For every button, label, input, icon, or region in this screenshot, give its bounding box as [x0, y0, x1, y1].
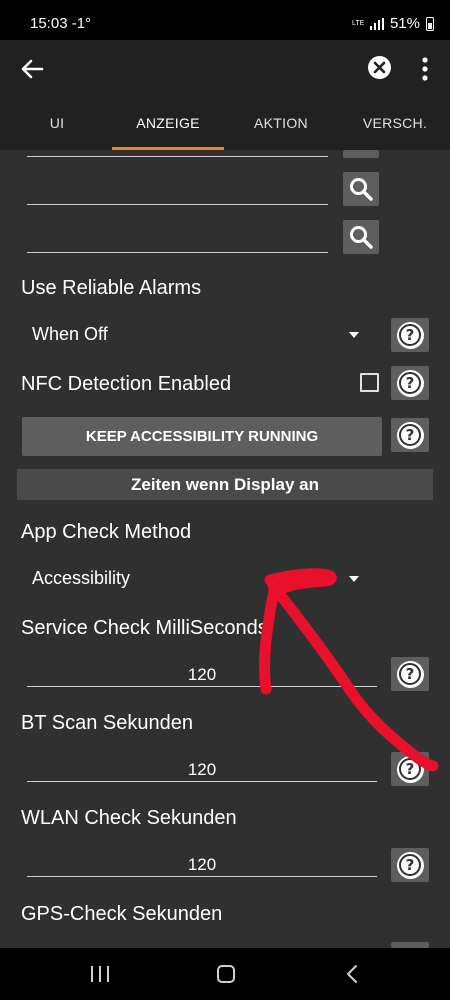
text-field-underline	[27, 156, 328, 157]
status-bar: 15:03 -1° LTE 51%	[0, 0, 450, 40]
help-circle-icon: ?	[396, 369, 424, 397]
reliable-alarms-spinner[interactable]: When Off	[32, 324, 108, 345]
help-button-wlan-check[interactable]: ?	[391, 848, 429, 882]
tab-indicator	[112, 147, 224, 150]
help-button-service-check[interactable]: ?	[391, 657, 429, 691]
bt-scan-value[interactable]: 120	[27, 760, 377, 780]
chevron-down-icon[interactable]	[349, 332, 359, 338]
nav-back-icon[interactable]	[345, 964, 359, 984]
dropdown-button-partial[interactable]	[343, 150, 379, 158]
tab-ui[interactable]: UI	[40, 115, 74, 131]
service-check-value[interactable]: 120	[27, 665, 377, 685]
service-check-label: Service Check MilliSeconds	[21, 617, 268, 639]
service-check-underline	[27, 686, 377, 687]
section-header-display-on: Zeiten wenn Display an	[17, 469, 433, 500]
status-time: 15:03 -1°	[30, 15, 92, 32]
system-nav-bar	[0, 948, 450, 1000]
search-button-2[interactable]	[343, 220, 379, 254]
wlan-check-value[interactable]: 120	[27, 855, 377, 875]
signal-icon	[369, 17, 384, 30]
wlan-check-label: WLAN Check Sekunden	[21, 807, 237, 829]
help-button-keep-accessibility[interactable]: ?	[391, 418, 429, 452]
home-icon[interactable]	[217, 965, 235, 983]
chevron-down-icon[interactable]	[349, 576, 359, 582]
bt-scan-underline	[27, 781, 377, 782]
help-button-bt-scan[interactable]: ?	[391, 752, 429, 786]
help-circle-icon: ?	[396, 660, 424, 688]
app-check-method-spinner[interactable]: Accessibility	[32, 568, 130, 589]
back-arrow-icon[interactable]	[18, 55, 46, 83]
search-field-2[interactable]	[27, 252, 328, 253]
search-field-1[interactable]	[27, 204, 328, 205]
reliable-alarms-label: Use Reliable Alarms	[21, 277, 202, 299]
help-circle-icon: ?	[396, 851, 424, 879]
help-button-nfc[interactable]: ?	[391, 366, 429, 400]
tab-aktion[interactable]: AKTION	[238, 115, 324, 131]
battery-icon	[426, 16, 434, 31]
network-type: LTE	[351, 20, 365, 27]
help-circle-icon: ?	[396, 421, 424, 449]
nfc-checkbox[interactable]	[360, 373, 379, 392]
battery-percent: 51%	[389, 15, 420, 32]
search-icon	[350, 178, 373, 201]
search-icon	[350, 226, 373, 249]
gps-check-label: GPS-Check Sekunden	[21, 903, 223, 925]
close-circle-icon[interactable]	[367, 55, 392, 80]
help-button-reliable-alarms[interactable]: ?	[391, 318, 429, 352]
keep-accessibility-running-button[interactable]: KEEP ACCESSIBILITY RUNNING	[22, 417, 382, 456]
wlan-check-underline	[27, 876, 377, 877]
tab-versch[interactable]: VERSCH.	[352, 115, 438, 131]
app-check-method-label: App Check Method	[21, 521, 192, 543]
help-circle-icon: ?	[396, 755, 424, 783]
search-button-1[interactable]	[343, 172, 379, 206]
bt-scan-label: BT Scan Sekunden	[21, 712, 193, 734]
status-icons: LTE 51%	[352, 15, 434, 32]
nfc-label: NFC Detection Enabled	[21, 373, 232, 395]
more-vert-icon[interactable]	[415, 55, 435, 83]
tab-anzeige[interactable]: ANZEIGE	[118, 115, 218, 131]
recents-icon[interactable]	[91, 966, 109, 982]
annotation-arrow	[259, 568, 439, 772]
help-circle-icon: ?	[396, 321, 424, 349]
